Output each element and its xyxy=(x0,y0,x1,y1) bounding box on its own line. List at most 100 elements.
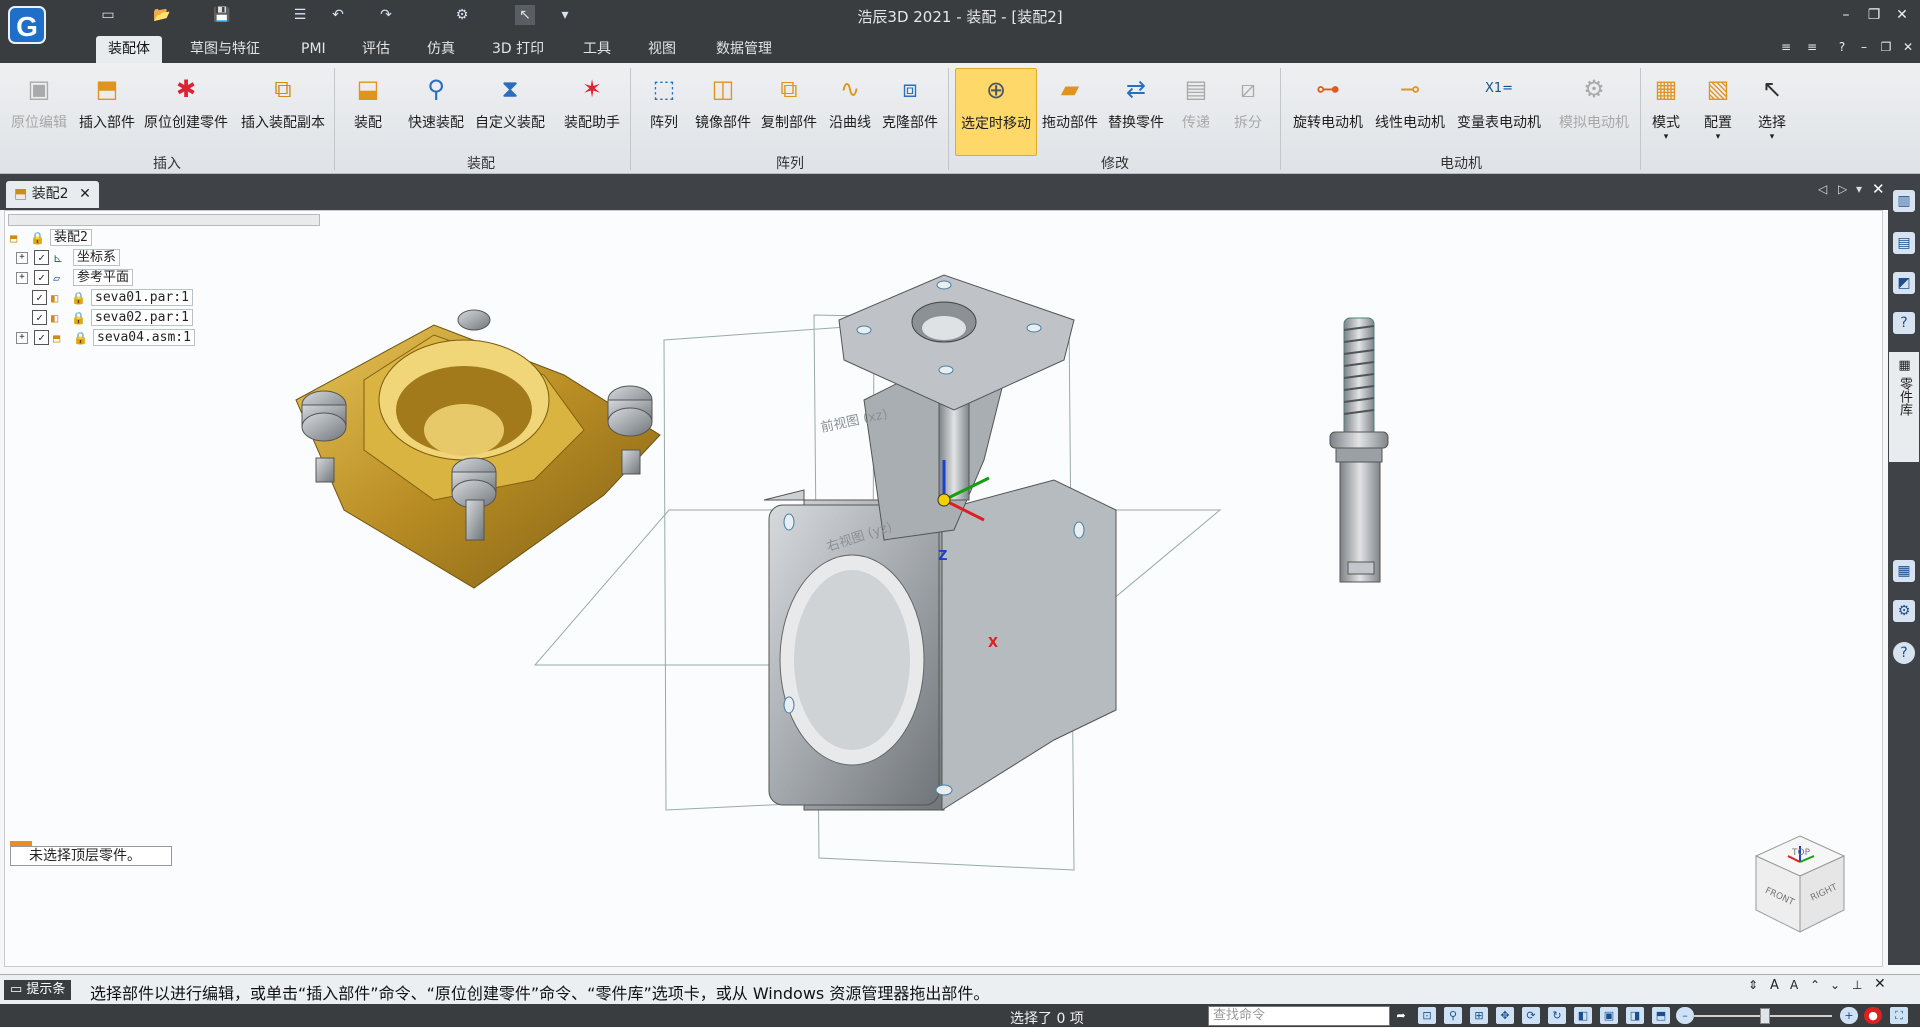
visibility-checkbox[interactable]: ✓ xyxy=(34,330,49,345)
tab-assembly[interactable]: 装配体 xyxy=(96,36,162,63)
pattern-button[interactable]: ⬚ 阵列 xyxy=(640,68,688,148)
simulate-motor-button[interactable]: ⚙ 模拟电动机 xyxy=(1554,68,1634,148)
tab-list-icon[interactable]: ▾ xyxy=(1856,182,1862,196)
arrow-icon[interactable]: ➦ xyxy=(1392,1007,1410,1024)
panel-render-icon[interactable]: ◩ xyxy=(1893,272,1915,294)
expand-icon[interactable]: + xyxy=(16,271,28,284)
doc-minimize-icon[interactable]: – xyxy=(1852,36,1876,58)
clone-part-button[interactable]: ⧈ 克隆部件 xyxy=(878,68,942,148)
document-tab[interactable]: ⬒ 装配2 ✕ xyxy=(6,181,99,208)
command-search-input[interactable]: 查找命令 xyxy=(1208,1006,1390,1026)
tree-item-coordinate-system[interactable]: + ✓ ⊾ 坐标系 xyxy=(10,248,121,267)
rotate-icon[interactable]: ⟳ xyxy=(1522,1007,1540,1024)
hint-scroll-icon[interactable]: ⇕ xyxy=(1748,978,1758,992)
tree-item-part[interactable]: ✓ ◧ 🔒 seva02.par:1 xyxy=(26,308,193,327)
panel-settings-icon[interactable]: ⚙ xyxy=(1893,600,1915,622)
copy-part-button[interactable]: ⧉ 复制部件 xyxy=(756,68,822,148)
visibility-icon[interactable]: ⬒ xyxy=(1652,1007,1670,1024)
tree-item-part[interactable]: ✓ ◧ 🔒 seva01.par:1 xyxy=(26,288,193,307)
tab-simulation[interactable]: 仿真 xyxy=(415,36,467,63)
view-orient-icon[interactable]: ◧ xyxy=(1574,1007,1592,1024)
insert-assembly-copy-button[interactable]: ⧉ 插入装配副本 xyxy=(236,68,330,148)
doc-restore-icon[interactable]: ❐ xyxy=(1874,36,1898,58)
expand-down-icon[interactable]: ⌄ xyxy=(1830,978,1840,992)
tab-nav-left-icon[interactable]: ◁ xyxy=(1818,182,1827,196)
shading-icon[interactable]: ▣ xyxy=(1600,1007,1618,1024)
close-icon[interactable]: ✕ xyxy=(1890,4,1914,26)
mode-button[interactable]: ▦ 模式 ▾ xyxy=(1648,68,1684,148)
zoom-in-icon[interactable]: + xyxy=(1840,1007,1858,1024)
font-larger-icon[interactable]: A xyxy=(1770,978,1779,993)
mirror-part-button[interactable]: ◫ 镜像部件 xyxy=(690,68,756,148)
panel-properties-icon[interactable]: ▦ xyxy=(1893,560,1915,582)
spin-icon[interactable]: ↻ xyxy=(1548,1007,1566,1024)
collapse-up-icon[interactable]: ⌃ xyxy=(1810,978,1820,992)
fit-icon[interactable]: ⊞ xyxy=(1470,1007,1488,1024)
configuration-button[interactable]: ▧ 配置 ▾ xyxy=(1700,68,1736,148)
tab-pmi[interactable]: PMI xyxy=(289,36,338,63)
tab-nav-right-icon[interactable]: ▷ xyxy=(1838,182,1847,196)
font-smaller-icon[interactable]: A xyxy=(1790,978,1798,992)
lock-icon: 🔒 xyxy=(71,290,86,305)
select-button[interactable]: ↖ 选择 ▾ xyxy=(1754,68,1790,148)
panel-info-icon[interactable]: ? xyxy=(1893,642,1915,664)
close-all-tabs-icon[interactable]: ✕ xyxy=(1872,180,1885,198)
tab-3d-print[interactable]: 3D 打印 xyxy=(480,36,556,63)
move-on-select-button[interactable]: ⊕ 选定时移动 xyxy=(955,68,1037,156)
tree-resize-handle[interactable] xyxy=(8,214,320,226)
doc-close-icon[interactable]: ✕ xyxy=(1896,36,1920,58)
close-tab-icon[interactable]: ✕ xyxy=(79,186,91,202)
pin-icon[interactable]: ⊥ xyxy=(1852,978,1862,992)
display-mode-icon[interactable]: ◨ xyxy=(1626,1007,1644,1024)
transfer-button[interactable]: ▤ 传递 xyxy=(1172,68,1220,148)
tab-data-management[interactable]: 数据管理 xyxy=(704,36,784,63)
app-logo-icon[interactable]: G xyxy=(8,6,46,44)
create-part-in-place-button[interactable]: ✱ 原位创建零件 xyxy=(140,68,232,148)
parts-library-tab[interactable]: ▦ 零件库 xyxy=(1889,352,1919,462)
ribbon-separator xyxy=(334,68,335,170)
panel-feature-icon[interactable]: ▥ xyxy=(1893,190,1915,212)
expand-icon[interactable]: + xyxy=(16,251,28,264)
pan-icon[interactable]: ✥ xyxy=(1496,1007,1514,1024)
insert-part-button[interactable]: ⬒ 插入部件 xyxy=(74,68,140,148)
visibility-checkbox[interactable]: ✓ xyxy=(34,250,49,265)
insert-assembly-copy-icon: ⧉ xyxy=(274,75,292,103)
tab-sketch-features[interactable]: 草图与特征 xyxy=(178,36,272,63)
variable-table-motor-button[interactable]: X1= 变量表电动机 xyxy=(1452,68,1546,148)
tree-item-subassembly[interactable]: + ✓ ⬒ 🔒 seva04.asm:1 xyxy=(10,328,195,347)
style-icon[interactable]: ≡ xyxy=(1800,36,1824,58)
help-style-icon[interactable]: ≡ xyxy=(1774,36,1798,58)
zoom-icon[interactable]: ⚲ xyxy=(1444,1007,1462,1024)
panel-layer-icon[interactable]: ▤ xyxy=(1893,232,1915,254)
visibility-checkbox[interactable]: ✓ xyxy=(34,270,49,285)
tree-item-reference-planes[interactable]: + ✓ ▱ 参考平面 xyxy=(10,268,134,287)
tab-evaluate[interactable]: 评估 xyxy=(350,36,402,63)
quick-assemble-button[interactable]: ⚲ 快速装配 xyxy=(404,68,468,148)
fullscreen-icon[interactable]: ⛶ xyxy=(1890,1007,1908,1024)
replace-part-button[interactable]: ⇄ 替换零件 xyxy=(1104,68,1168,148)
tab-tools[interactable]: 工具 xyxy=(571,36,623,63)
zoom-slider-thumb[interactable] xyxy=(1760,1008,1770,1024)
expand-icon[interactable]: + xyxy=(16,331,28,344)
hint-label: ▭ 提示条 xyxy=(4,980,72,1000)
zoom-area-icon[interactable]: ⊡ xyxy=(1418,1007,1436,1024)
along-curve-button[interactable]: ∿ 沿曲线 xyxy=(822,68,878,148)
panel-help-icon[interactable]: ? xyxy=(1893,312,1915,334)
custom-assemble-button[interactable]: ⧗ 自定义装配 xyxy=(470,68,550,148)
record-icon[interactable]: ● xyxy=(1864,1007,1882,1024)
in-place-edit-button[interactable]: ▣ 原位编辑 xyxy=(6,68,72,148)
restore-icon[interactable]: ❐ xyxy=(1862,4,1886,26)
tab-view[interactable]: 视图 xyxy=(636,36,688,63)
hint-close-icon[interactable]: ✕ xyxy=(1874,976,1886,992)
visibility-checkbox[interactable]: ✓ xyxy=(32,310,47,325)
help-icon[interactable]: ? xyxy=(1830,36,1854,58)
tree-root[interactable]: ⬒ 🔒 装配2 xyxy=(10,228,92,247)
assemble-button[interactable]: ⬓ 装配 xyxy=(342,68,394,148)
linear-motor-button[interactable]: ⊸ 线性电动机 xyxy=(1370,68,1450,148)
assembly-assistant-button[interactable]: ✶ 装配助手 xyxy=(558,68,626,148)
minimize-icon[interactable]: – xyxy=(1834,4,1858,26)
rotary-motor-button[interactable]: ⊶ 旋转电动机 xyxy=(1288,68,1368,148)
drag-part-button[interactable]: ▰ 拖动部件 xyxy=(1038,68,1102,148)
split-button[interactable]: ⧄ 拆分 xyxy=(1224,68,1272,148)
visibility-checkbox[interactable]: ✓ xyxy=(32,290,47,305)
